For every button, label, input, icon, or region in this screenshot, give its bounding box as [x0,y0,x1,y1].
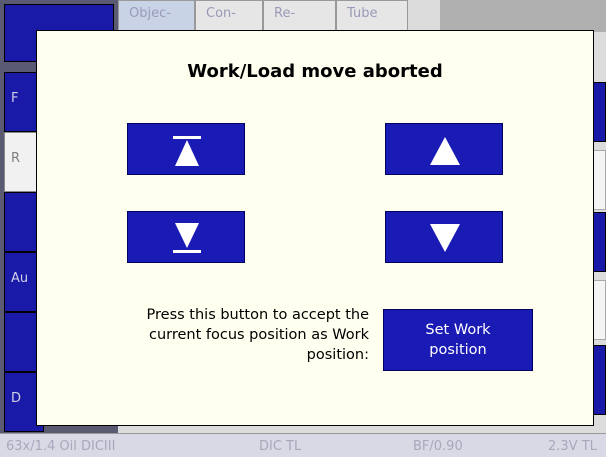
status-lamp: 2.3V TL [548,439,597,454]
tab-bar-filler [440,0,606,32]
tab-label: Con- [206,6,236,21]
arrow-down-icon [430,224,460,252]
set-button-label-line: position [429,342,487,358]
tab-contrast[interactable]: Con- [195,0,263,32]
move-up-button[interactable] [385,123,503,175]
arrow-up-icon [430,137,460,165]
tab-label: Re- [274,6,296,21]
tab-tube[interactable]: Tube [336,0,408,32]
prompt-line: position: [306,347,369,363]
move-to-top-button[interactable] [127,123,245,175]
tab-label: Objec- [129,6,171,21]
move-down-button[interactable] [385,211,503,263]
status-aperture: BF/0.90 [413,439,463,454]
dialog-title: Work/Load move aborted [187,61,443,82]
tab-reflector[interactable]: Re- [263,0,336,32]
set-work-position-button[interactable]: Set Work position [383,309,533,371]
side-button-label: R [11,151,21,166]
side-button-label: D [11,391,22,406]
arrow-to-top-icon [173,136,201,166]
status-bar: 63x/1.4 Oil DICIII DIC TL BF/0.90 2.3V T… [0,433,606,457]
status-contrast: DIC TL [259,439,302,454]
tab-label: Tube [347,6,378,21]
set-work-prompt: Press this button to accept the current … [77,305,369,365]
prompt-line: current focus position as Work [148,327,369,343]
tab-objective[interactable]: Objec- [118,0,195,32]
arrow-to-bottom-icon [173,223,201,253]
side-button-label: Au [11,271,29,286]
status-objective: 63x/1.4 Oil DICIII [6,439,116,454]
set-button-label-line: Set Work [425,322,491,338]
prompt-line: Press this button to accept the [146,307,369,323]
tab-bar: Objec- Con- Re- Tube [118,0,408,32]
work-load-dialog: Work/Load move aborted Press this button… [36,30,594,426]
side-button-label: F [11,91,19,106]
move-to-bottom-button[interactable] [127,211,245,263]
